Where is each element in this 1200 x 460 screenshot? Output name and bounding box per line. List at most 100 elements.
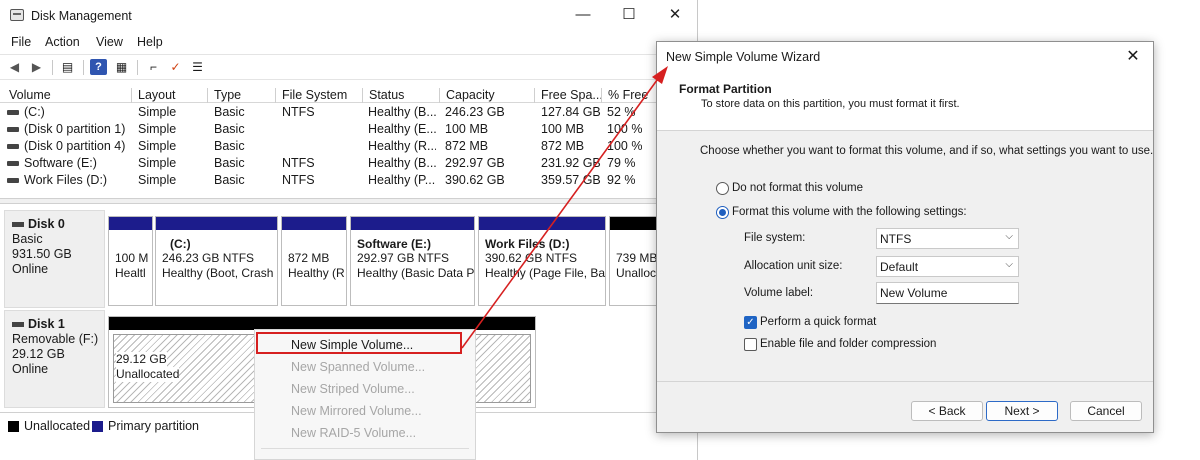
column-status[interactable]: Status bbox=[362, 88, 439, 103]
checklist-icon[interactable]: ✓ bbox=[167, 59, 184, 75]
volume-type: Basic bbox=[214, 173, 245, 187]
partition-name: Work Files (D:) bbox=[485, 237, 570, 251]
close-button[interactable]: ✕ bbox=[652, 0, 697, 32]
menu-help[interactable]: Help bbox=[137, 35, 163, 49]
volume-layout: Simple bbox=[138, 156, 177, 170]
checkbox-compression[interactable] bbox=[744, 338, 757, 351]
partition-name: (C:) bbox=[170, 237, 191, 251]
volume-percent-free: 79 % bbox=[607, 156, 636, 170]
drive-icon bbox=[7, 161, 19, 166]
help-icon[interactable]: ? bbox=[90, 59, 107, 75]
volume-name: Software (E:) bbox=[24, 156, 97, 170]
column-free-space[interactable]: Free Spa... bbox=[534, 88, 601, 103]
column-file-system[interactable]: File System bbox=[275, 88, 362, 103]
back-arrow-icon[interactable]: ◀ bbox=[6, 59, 23, 75]
wizard-instruction: Choose whether you want to format this v… bbox=[700, 145, 1154, 157]
disk-0-label[interactable]: Disk 0 Basic 931.50 GB Online bbox=[4, 210, 105, 308]
toolbar-separator bbox=[137, 60, 138, 75]
volume-list-header: Volume Layout Type File System Status Ca… bbox=[0, 86, 697, 103]
drive-icon bbox=[7, 178, 19, 183]
properties-icon[interactable]: ▦ bbox=[113, 59, 130, 75]
toolbar: ◀ ▶ ▤ ? ▦ ⌐ ✓ ☰ bbox=[0, 54, 697, 80]
volume-name: (Disk 0 partition 1) bbox=[24, 122, 126, 136]
volume-status: Healthy (B... bbox=[368, 156, 436, 170]
partition-size: 246.23 GB NTFS bbox=[162, 251, 255, 265]
checkbox-quick-format[interactable]: ✓ bbox=[744, 316, 757, 329]
menu-separator bbox=[261, 448, 469, 449]
next-button[interactable]: Next > bbox=[986, 401, 1058, 421]
menu-action[interactable]: Action bbox=[45, 35, 80, 49]
legend-swatch-primary bbox=[92, 421, 103, 432]
volume-row[interactable]: (Disk 0 partition 4) Simple Basic Health… bbox=[0, 138, 697, 155]
radio-do-not-format[interactable] bbox=[716, 182, 729, 195]
chevron-down-icon: ⌵ bbox=[1005, 231, 1013, 242]
cancel-button[interactable]: Cancel bbox=[1070, 401, 1142, 421]
label-format-volume[interactable]: Format this volume with the following se… bbox=[732, 206, 967, 218]
wizard-subheading: To store data on this partition, you mus… bbox=[701, 98, 960, 110]
partition-disk0-p4[interactable]: 872 MB Healthy (R bbox=[281, 216, 347, 306]
volume-type: Basic bbox=[214, 139, 245, 153]
volume-file-system: NTFS bbox=[282, 173, 315, 187]
column-volume[interactable]: Volume bbox=[0, 88, 131, 103]
volume-row[interactable]: (Disk 0 partition 1) Simple Basic Health… bbox=[0, 121, 697, 138]
partition-size: 292.97 GB NTFS bbox=[357, 251, 450, 265]
volume-percent-free: 100 % bbox=[607, 139, 643, 153]
partition-e[interactable]: Software (E:) 292.97 GB NTFS Healthy (Ba… bbox=[350, 216, 475, 306]
legend-primary: Primary partition bbox=[108, 419, 199, 433]
volume-label-input[interactable]: New Volume bbox=[876, 282, 1019, 304]
list-view-icon[interactable]: ☰ bbox=[189, 59, 206, 75]
partition-size: 739 MB bbox=[616, 251, 658, 265]
label-file-system: File system: bbox=[744, 232, 806, 244]
disk-icon bbox=[12, 222, 24, 228]
radio-format-volume[interactable] bbox=[716, 206, 729, 219]
partition-status: Unallocated bbox=[116, 367, 180, 382]
file-system-value: NTFS bbox=[880, 232, 912, 246]
volume-name: (Disk 0 partition 4) bbox=[24, 139, 126, 153]
wizard-title-bar: New Simple Volume Wizard ✕ bbox=[657, 42, 1153, 72]
menu-file[interactable]: File bbox=[11, 35, 31, 49]
volume-row[interactable]: Software (E:) Simple Basic NTFS Healthy … bbox=[0, 155, 697, 172]
highlight-box bbox=[256, 332, 462, 354]
label-volume-label: Volume label: bbox=[744, 287, 814, 299]
console-tree-icon[interactable]: ▤ bbox=[59, 59, 76, 75]
back-button[interactable]: < Back bbox=[911, 401, 983, 421]
title-bar: Disk Management — ☐ ✕ bbox=[0, 0, 697, 32]
disk-1-label[interactable]: Disk 1 Removable (F:) 29.12 GB Online bbox=[4, 310, 105, 408]
window-title: Disk Management bbox=[31, 9, 132, 23]
volume-percent-free: 100 % bbox=[607, 122, 643, 136]
volume-capacity: 872 MB bbox=[445, 139, 489, 153]
label-compression[interactable]: Enable file and folder compression bbox=[760, 338, 936, 350]
volume-status: Healthy (P... bbox=[368, 173, 436, 187]
label-do-not-format[interactable]: Do not format this volume bbox=[732, 182, 863, 194]
column-capacity[interactable]: Capacity bbox=[439, 88, 534, 103]
file-system-select[interactable]: NTFS ⌵ bbox=[876, 228, 1019, 249]
volume-row[interactable]: Work Files (D:) Simple Basic NTFS Health… bbox=[0, 172, 697, 189]
volume-capacity: 292.97 GB bbox=[445, 156, 505, 170]
column-type[interactable]: Type bbox=[207, 88, 275, 103]
partition-status: Unalloc bbox=[616, 266, 657, 280]
menu-view[interactable]: View bbox=[96, 35, 123, 49]
volume-name: Work Files (D:) bbox=[24, 173, 108, 187]
label-quick-format[interactable]: Perform a quick format bbox=[760, 316, 876, 328]
primary-partition-bar bbox=[156, 217, 277, 230]
volume-type: Basic bbox=[214, 156, 245, 170]
column-layout[interactable]: Layout bbox=[131, 88, 207, 103]
minimize-button[interactable]: — bbox=[560, 0, 606, 32]
wizard-close-button[interactable]: ✕ bbox=[1113, 42, 1153, 72]
maximize-button[interactable]: ☐ bbox=[606, 0, 652, 32]
partition-d[interactable]: Work Files (D:) 390.62 GB NTFS Healthy (… bbox=[478, 216, 606, 306]
volume-free-space: 100 MB bbox=[541, 122, 585, 136]
volume-percent-free: 52 % bbox=[607, 105, 636, 119]
allocation-unit-size-select[interactable]: Default ⌵ bbox=[876, 256, 1019, 277]
volume-free-space: 127.84 GB bbox=[541, 105, 601, 119]
disk-1-size: 29.12 GB bbox=[12, 347, 65, 361]
volume-row[interactable]: (C:) Simple Basic NTFS Healthy (B... 246… bbox=[0, 104, 697, 121]
menu-item-new-spanned-volume: New Spanned Volume... bbox=[291, 360, 426, 374]
partition-c[interactable]: (C:) 246.23 GB NTFS Healthy (Boot, Crash bbox=[155, 216, 278, 306]
connect-icon[interactable]: ⌐ bbox=[145, 59, 162, 75]
volume-type: Basic bbox=[214, 105, 245, 119]
volume-type: Basic bbox=[214, 122, 245, 136]
partition-disk0-p1[interactable]: 100 M Healtl bbox=[108, 216, 153, 306]
forward-arrow-icon[interactable]: ▶ bbox=[28, 59, 45, 75]
chevron-down-icon: ⌵ bbox=[1005, 259, 1013, 270]
